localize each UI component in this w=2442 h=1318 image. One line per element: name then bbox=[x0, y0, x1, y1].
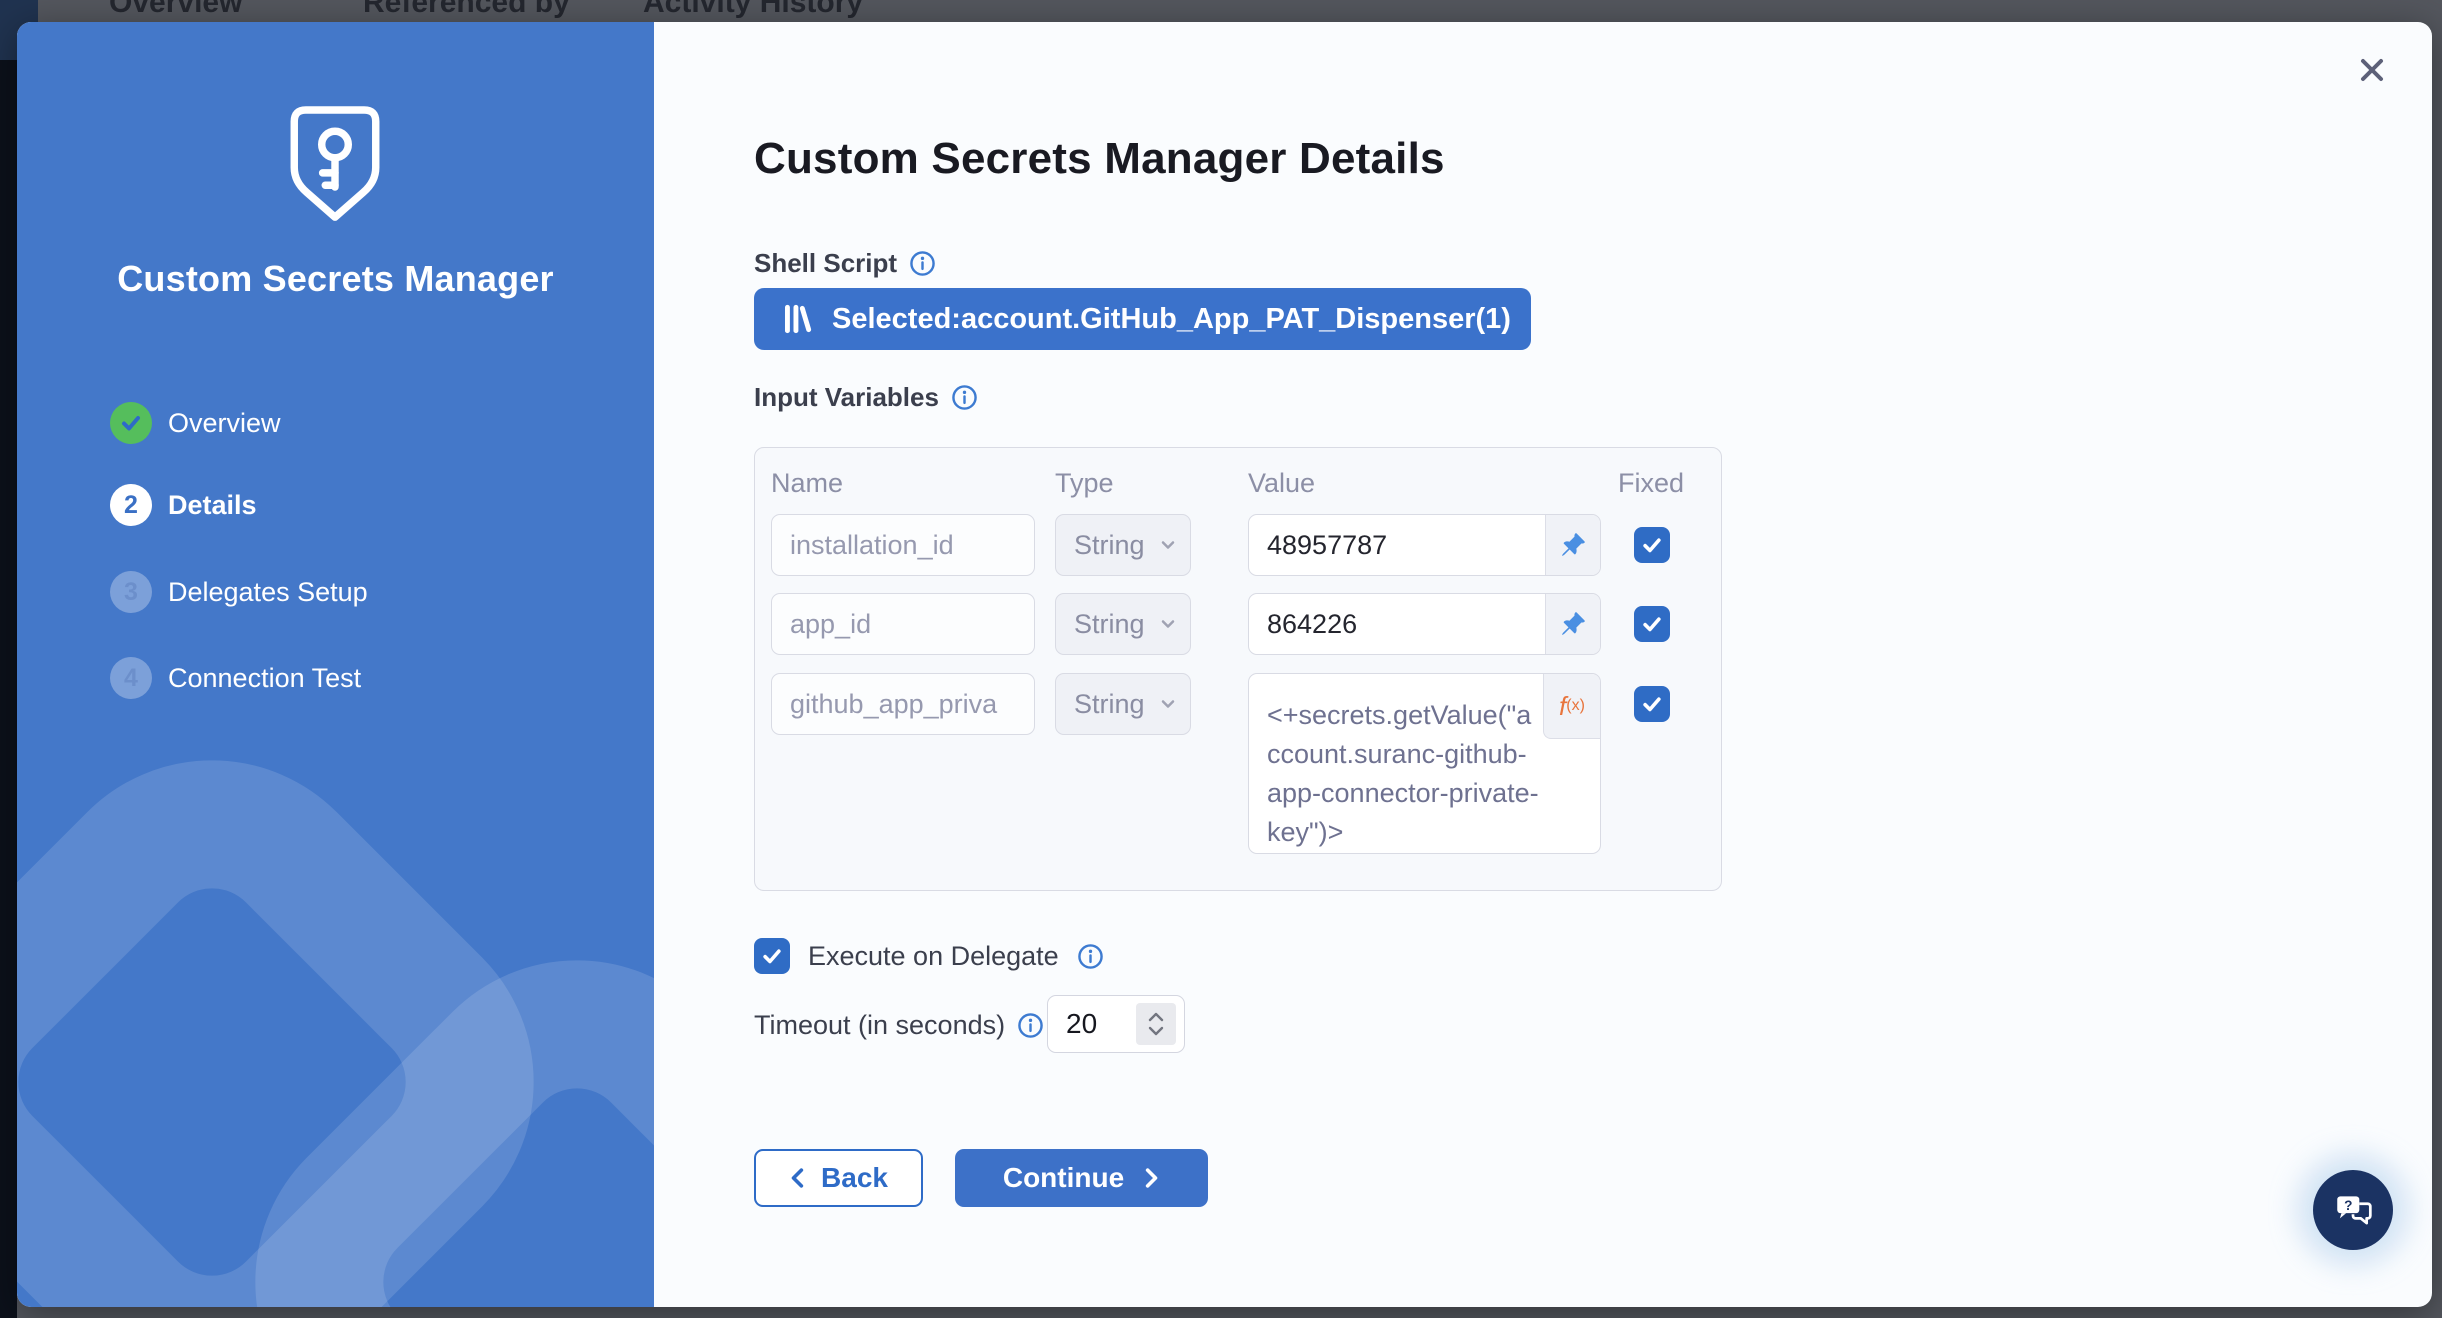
shell-script-label: Shell Script bbox=[754, 248, 897, 279]
dialog-title: Custom Secrets Manager Details bbox=[754, 134, 1445, 184]
variable-value: 864226 bbox=[1249, 609, 1545, 640]
shell-script-selection: Selected:account.GitHub_App_PAT_Dispense… bbox=[832, 303, 1511, 336]
info-icon[interactable] bbox=[1077, 943, 1104, 970]
tab-activity-history[interactable]: Activity History bbox=[643, 0, 863, 20]
chevron-down-icon bbox=[1158, 614, 1178, 634]
shell-script-selected-button[interactable]: Selected:account.GitHub_App_PAT_Dispense… bbox=[754, 288, 1531, 350]
app-background: Overview Referenced by Activity History bbox=[0, 0, 2442, 1318]
variable-type: String bbox=[1074, 530, 1145, 561]
svg-text:?: ? bbox=[2344, 1198, 2352, 1213]
variable-type-select[interactable]: String bbox=[1055, 593, 1191, 655]
table-row: app_id String 864226 bbox=[771, 593, 1705, 655]
number-stepper[interactable] bbox=[1136, 1003, 1176, 1045]
timeout-label-row: Timeout (in seconds) bbox=[754, 1010, 1044, 1041]
table-row: installation_id String 48957787 bbox=[771, 514, 1705, 576]
variable-value-input[interactable]: 864226 bbox=[1248, 593, 1601, 655]
pin-icon[interactable] bbox=[1545, 594, 1600, 654]
info-icon[interactable] bbox=[951, 384, 978, 411]
chevron-right-icon bbox=[1142, 1166, 1160, 1190]
pin-icon[interactable] bbox=[1545, 515, 1600, 575]
fixed-checkbox[interactable] bbox=[1634, 527, 1670, 563]
variable-name: app_id bbox=[790, 609, 871, 640]
chevron-left-icon bbox=[789, 1166, 807, 1190]
variable-type-select[interactable]: String bbox=[1055, 514, 1191, 576]
close-icon[interactable] bbox=[2352, 51, 2392, 91]
left-nav-strip bbox=[0, 60, 17, 1318]
variable-name-input[interactable]: app_id bbox=[771, 593, 1035, 655]
info-icon[interactable] bbox=[909, 250, 936, 277]
column-header-name: Name bbox=[771, 468, 843, 499]
execute-on-delegate-checkbox[interactable] bbox=[754, 938, 790, 974]
back-button-label: Back bbox=[821, 1162, 888, 1194]
continue-button-label: Continue bbox=[1003, 1162, 1124, 1194]
variable-type: String bbox=[1074, 609, 1145, 640]
variable-name-input[interactable]: github_app_priva bbox=[771, 673, 1035, 735]
chevron-down-icon bbox=[1158, 535, 1178, 555]
input-variables-panel: Name Type Value Fixed installation_id St… bbox=[754, 447, 1722, 891]
variable-name-input[interactable]: installation_id bbox=[771, 514, 1035, 576]
custom-secrets-manager-dialog: Custom Secrets Manager Overview 2 Detail… bbox=[17, 22, 2432, 1307]
variable-name: installation_id bbox=[790, 530, 954, 561]
fixed-checkbox[interactable] bbox=[1634, 686, 1670, 722]
expression-fx-icon[interactable]: f(x) bbox=[1543, 674, 1600, 739]
variable-name: github_app_priva bbox=[790, 689, 997, 720]
tab-overview[interactable]: Overview bbox=[109, 0, 242, 20]
column-header-fixed: Fixed bbox=[1618, 468, 1684, 499]
fixed-checkbox[interactable] bbox=[1634, 606, 1670, 642]
timeout-value: 20 bbox=[1066, 1008, 1097, 1040]
variable-value: 48957787 bbox=[1249, 530, 1545, 561]
tab-referenced-by[interactable]: Referenced by bbox=[363, 0, 570, 20]
timeout-label: Timeout (in seconds) bbox=[754, 1010, 1005, 1041]
variable-type: String bbox=[1074, 689, 1145, 720]
dialog-content: Custom Secrets Manager Details Shell Scr… bbox=[17, 22, 2432, 1307]
page-tabs-bar: Overview Referenced by Activity History bbox=[0, 0, 2442, 22]
column-header-type: Type bbox=[1055, 468, 1114, 499]
table-row: github_app_priva String <+secrets.getVal… bbox=[771, 673, 1705, 735]
template-library-icon bbox=[780, 302, 814, 336]
back-button[interactable]: Back bbox=[754, 1149, 923, 1207]
variable-value-expression-input[interactable]: <+secrets.getValue("account.suranc-githu… bbox=[1248, 673, 1601, 854]
help-chat-button[interactable]: ? bbox=[2313, 1170, 2393, 1250]
info-icon[interactable] bbox=[1017, 1012, 1044, 1039]
timeout-input[interactable]: 20 bbox=[1047, 995, 1185, 1053]
chat-question-icon: ? bbox=[2332, 1189, 2374, 1231]
chevron-down-icon bbox=[1158, 694, 1178, 714]
variable-value-input[interactable]: 48957787 bbox=[1248, 514, 1601, 576]
execute-on-delegate-row: Execute on Delegate bbox=[754, 938, 1104, 974]
execute-on-delegate-label: Execute on Delegate bbox=[808, 941, 1059, 972]
continue-button[interactable]: Continue bbox=[955, 1149, 1208, 1207]
column-header-value: Value bbox=[1248, 468, 1315, 499]
input-variables-label: Input Variables bbox=[754, 382, 939, 413]
variable-type-select[interactable]: String bbox=[1055, 673, 1191, 735]
